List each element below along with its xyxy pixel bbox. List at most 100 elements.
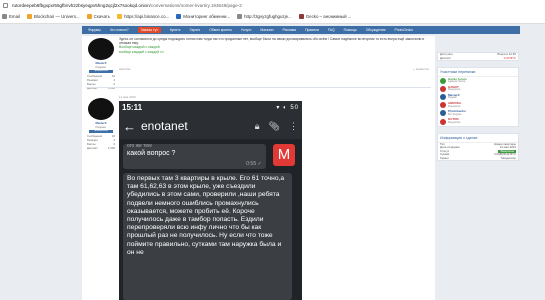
message-time: 0:55 ✓ <box>246 161 262 167</box>
stat-row: Депозит 0.00 BTC <box>438 55 518 61</box>
participant-role: Модератор <box>448 120 461 124</box>
author-stats: Сообщения 16 Реакции 4 Баллы 0 Депозит 1,000 <box>86 134 116 150</box>
nav-item[interactable]: Обсуждения <box>366 28 386 32</box>
report-link[interactable]: Жалоба <box>119 67 130 71</box>
phone-status-icons: ▾ ◐ 50 <box>276 104 299 111</box>
avatar[interactable] <box>88 98 114 120</box>
participant-card[interactable]: MasterX Радиант <box>438 93 518 101</box>
participant-card[interactable]: PhotoGecko Бот форума <box>438 109 518 117</box>
nav-item[interactable]: Правила <box>305 28 319 32</box>
chat-bubble: ого же тем какой вопрос ? 0:55 ✓ <box>123 144 266 169</box>
bookmark-icon <box>2 14 7 19</box>
sidebar-stats: Доступно Вчера в 12:46 Депозит 0.00 BTC <box>437 52 519 61</box>
nav-item[interactable]: Форумы <box>88 28 101 32</box>
stat-label: Депозит <box>440 55 451 60</box>
info-row: Гарант Модератор <box>438 155 518 161</box>
participant-card[interactable]: ANDOKA Модератор <box>438 101 518 109</box>
participant-role: Бот форума <box>448 112 462 116</box>
bookmark-icon <box>237 14 243 19</box>
nav-item[interactable]: Помощь <box>344 28 357 32</box>
post-message: Здесь он согласился до среды подождать п… <box>119 37 429 71</box>
author-rank: Радиант <box>95 65 107 69</box>
bookmark-icon <box>117 14 123 19</box>
avatar <box>440 102 446 109</box>
participant-card[interactable]: GAVAIT Модератор <box>438 85 518 93</box>
post-author-card: MasterX Радиант Проверенный Сообщения 16 Р… <box>86 37 116 90</box>
more-icon: ⋮ <box>289 120 298 131</box>
bookmark-item[interactable]: http://3gvyzgfughguzje... <box>237 14 292 19</box>
bookmark-item[interactable]: Blockchair — Univers... <box>26 14 80 19</box>
bookmark-item[interactable]: Email <box>2 14 20 19</box>
bookmark-label: Мониторинг обменни... <box>183 14 231 19</box>
stat-label: Депозит <box>87 146 98 150</box>
nav-item-active[interactable]: Заказы тут <box>137 27 161 33</box>
participants-panel: Участники переписки Gecko forum Администр… <box>437 67 519 127</box>
info-value: Модератор <box>501 155 516 160</box>
nav-item[interactable]: Магазин <box>260 28 273 32</box>
bookmark-item[interactable]: Gecko – анонимный ... <box>298 14 352 19</box>
avatar <box>440 94 446 101</box>
participant-role: Радиант <box>448 96 458 100</box>
avatar <box>440 110 446 117</box>
author-stat-row: Депозит 1,000 <box>86 146 116 150</box>
attach-icon: 📎︎ <box>268 120 280 131</box>
nav-item[interactable]: Что нового? <box>110 28 129 32</box>
bookmark-label: Blockchair — Univers... <box>33 14 80 19</box>
avatar <box>440 78 446 85</box>
bookmark-label: https://api.binance.co... <box>124 14 170 19</box>
bookmark-label: http://3gvyzgfughguzje... <box>244 14 292 19</box>
address-bar[interactable]: rutordeepeb6fbgxpxr55gfbnvh2zbsyeqpv5hng… <box>0 0 545 10</box>
divider <box>86 87 431 88</box>
deal-info-panel: Информация о сделке Тип Номер квартиры Дат… <box>437 132 519 162</box>
bookmark-label: Gecko – анонимный ... <box>305 14 352 19</box>
panel-title: Участники переписки <box>438 68 518 77</box>
status-badge: Проверенный <box>89 130 113 133</box>
back-arrow-icon: ← <box>123 118 136 134</box>
url-text[interactable]: rutordeepeb6fbgxpxr55gfbnvh2zbsyeqpv5hng… <box>12 3 242 8</box>
participant-card[interactable]: KUTOR Модератор <box>438 117 518 125</box>
avatar[interactable] <box>88 38 114 60</box>
bookmark-label: Email <box>9 14 20 19</box>
bookmarks-bar: Email Blockchair — Univers... Скачать https… <box>0 10 545 24</box>
info-label: Гарант <box>440 155 450 160</box>
participant-card[interactable]: Gecko forum Администратор <box>438 77 518 85</box>
lock-icon <box>3 2 8 8</box>
nav-item[interactable]: Обмен крипты <box>209 28 232 32</box>
bookmark-item[interactable]: https://api.binance.co... <box>117 14 169 19</box>
stat-value: 0.00 BTC <box>503 55 516 60</box>
post-text: Здесь он согласился до среды подождать п… <box>119 37 425 46</box>
lock-icon: 🔒︎ <box>254 120 260 131</box>
chat-header: ← enotanet 🔒︎ 📎︎ ⋮ <box>119 113 302 139</box>
nav-item[interactable]: FAQ <box>328 28 335 32</box>
status-badge: Проверенный <box>89 70 113 73</box>
participant-role: Модератор <box>448 104 461 108</box>
chat-screenshot-image[interactable]: 15:11 ▾ ◐ 50 ← enotanet 🔒︎ 📎︎ ⋮ ого же т… <box>119 101 302 300</box>
bookmark-icon <box>86 14 92 19</box>
bookmark-item[interactable]: Мониторинг обменни... <box>176 14 230 19</box>
bookmark-icon <box>298 14 304 19</box>
avatar <box>440 86 446 93</box>
bookmark-icon <box>26 14 32 19</box>
bookmark-icon <box>176 14 182 19</box>
post-highlight: вообще каждый с каждой то <box>119 49 164 54</box>
nav-item[interactable]: PhotoGecko <box>394 28 413 32</box>
stat-value: 1,000 <box>108 146 115 150</box>
post-date[interactable]: 11 мая 2023 <box>119 95 136 99</box>
participant-role: Модератор <box>448 88 461 92</box>
sender-avatar: M <box>273 144 295 166</box>
avatar <box>440 118 446 125</box>
nav-item[interactable]: Купить <box>170 28 181 32</box>
nav-item[interactable]: Гарант <box>190 28 201 32</box>
bookmark-label: Скачать <box>93 14 111 19</box>
participant-role: Администратор <box>448 80 466 84</box>
nav-item[interactable]: Реклама <box>282 28 296 32</box>
post-author-card: MasterX Радиант Проверенный Сообщения 16 Р… <box>86 97 116 150</box>
phone-status-bar: 15:11 ▾ ◐ 50 <box>119 101 302 113</box>
sidebar: Доступно Вчера в 12:46 Депозит 0.00 BTC Уча… <box>437 52 519 167</box>
bookmark-item[interactable]: Скачать <box>86 14 111 19</box>
author-rank: Радиант <box>95 125 107 129</box>
chat-title: enotanet <box>141 119 188 133</box>
nav-item[interactable]: Услуги <box>241 28 251 32</box>
like-button[interactable]: + Нравится <box>413 67 429 71</box>
forum-nav: Форумы Что нового? Заказы тут Купить Гарант О… <box>82 26 520 34</box>
